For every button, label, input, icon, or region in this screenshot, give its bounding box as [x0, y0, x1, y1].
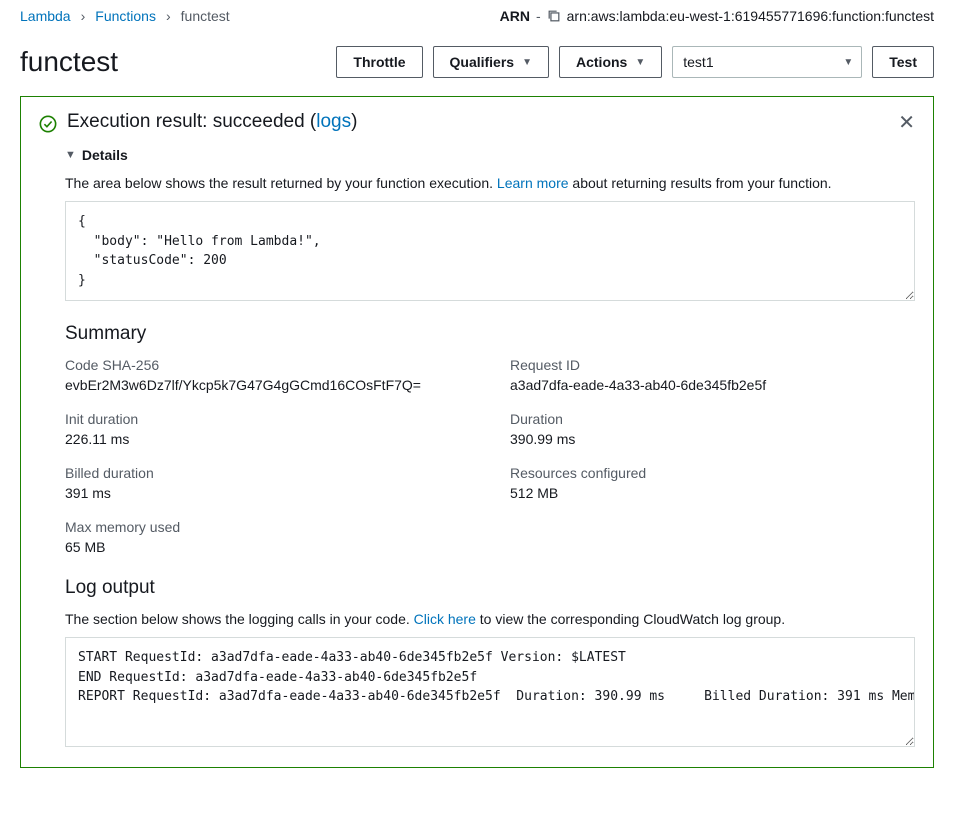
kv-key: Resources configured — [510, 465, 915, 481]
log-heading: Log output — [65, 577, 915, 599]
arn-dash: - — [536, 8, 541, 24]
caret-down-icon: ▼ — [522, 57, 532, 68]
cloudwatch-link[interactable]: Click here — [414, 611, 476, 627]
close-icon[interactable]: ✕ — [898, 113, 915, 133]
kv-value: 65 MB — [65, 539, 470, 555]
kv-value: 512 MB — [510, 485, 915, 501]
kv-key: Init duration — [65, 411, 470, 427]
actions-dropdown[interactable]: Actions ▼ — [559, 46, 662, 78]
kv-key: Max memory used — [65, 519, 470, 535]
result-title-suffix: ) — [351, 111, 357, 132]
summary-request-id: Request ID a3ad7dfa-eade-4a33-ab40-6de34… — [510, 357, 915, 393]
summary-heading: Summary — [65, 323, 915, 345]
log-desc-pre: The section below shows the logging call… — [65, 611, 414, 627]
breadcrumb: Lambda › Functions › functest — [20, 8, 230, 24]
result-header: Execution result: succeeded (logs) ✕ — [39, 111, 915, 133]
page-title: functest — [20, 46, 118, 78]
test-event-select[interactable]: test1 ▼ — [672, 46, 862, 78]
breadcrumb-current: functest — [181, 8, 230, 24]
summary-grid: Code SHA-256 evbEr2M3w6Dz7lf/Ykcp5k7G47G… — [65, 357, 915, 555]
test-button-label: Test — [889, 54, 917, 70]
kv-value: a3ad7dfa-eade-4a33-ab40-6de345fb2e5f — [510, 377, 915, 393]
header-actions: Throttle Qualifiers ▼ Actions ▼ test1 ▼ … — [336, 46, 934, 78]
result-title: Execution result: succeeded (logs) — [67, 111, 357, 133]
chevron-right-icon: › — [166, 8, 171, 24]
throttle-label: Throttle — [353, 54, 405, 70]
logs-link[interactable]: logs — [316, 111, 351, 132]
caret-down-icon: ▼ — [843, 57, 853, 68]
result-description: The area below shows the result returned… — [65, 175, 915, 191]
summary-duration: Duration 390.99 ms — [510, 411, 915, 447]
caret-down-icon: ▼ — [65, 149, 76, 161]
summary-code-sha256: Code SHA-256 evbEr2M3w6Dz7lf/Ykcp5k7G47G… — [65, 357, 470, 393]
summary-billed-duration: Billed duration 391 ms — [65, 465, 470, 501]
qualifiers-dropdown[interactable]: Qualifiers ▼ — [433, 46, 550, 78]
details-toggle[interactable]: ▼ Details — [65, 147, 128, 163]
details-label: Details — [82, 147, 128, 163]
execution-result-panel: Execution result: succeeded (logs) ✕ ▼ D… — [20, 96, 934, 768]
breadcrumb-functions[interactable]: Functions — [95, 8, 156, 24]
kv-value: 391 ms — [65, 485, 470, 501]
kv-key: Billed duration — [65, 465, 470, 481]
details-content: The area below shows the result returned… — [65, 175, 915, 747]
arn-display: ARN - arn:aws:lambda:eu-west-1:619455771… — [500, 8, 934, 24]
summary-resources-configured: Resources configured 512 MB — [510, 465, 915, 501]
learn-more-link[interactable]: Learn more — [497, 175, 569, 191]
kv-value: evbEr2M3w6Dz7lf/Ykcp5k7G47G4gGCmd16COsFt… — [65, 377, 470, 393]
result-json-output[interactable]: { "body": "Hello from Lambda!", "statusC… — [65, 201, 915, 301]
desc-pre: The area below shows the result returned… — [65, 175, 497, 191]
arn-value: arn:aws:lambda:eu-west-1:619455771696:fu… — [567, 8, 934, 24]
success-check-icon — [39, 115, 57, 133]
breadcrumb-lambda[interactable]: Lambda — [20, 8, 71, 24]
result-title-text: Execution result: succeeded ( — [67, 111, 316, 132]
caret-down-icon: ▼ — [635, 57, 645, 68]
kv-key: Request ID — [510, 357, 915, 373]
arn-label: ARN — [500, 8, 530, 24]
desc-post: about returning results from your functi… — [569, 175, 832, 191]
summary-init-duration: Init duration 226.11 ms — [65, 411, 470, 447]
log-desc-post: to view the corresponding CloudWatch log… — [476, 611, 785, 627]
log-description: The section below shows the logging call… — [65, 611, 915, 627]
page-header: functest Throttle Qualifiers ▼ Actions ▼… — [20, 46, 934, 78]
test-button[interactable]: Test — [872, 46, 934, 78]
top-bar: Lambda › Functions › functest ARN - arn:… — [20, 8, 934, 24]
kv-key: Code SHA-256 — [65, 357, 470, 373]
copy-icon[interactable] — [547, 9, 561, 23]
test-event-value: test1 — [683, 54, 713, 70]
actions-label: Actions — [576, 54, 627, 70]
kv-key: Duration — [510, 411, 915, 427]
kv-value: 226.11 ms — [65, 431, 470, 447]
log-output-box[interactable]: START RequestId: a3ad7dfa-eade-4a33-ab40… — [65, 637, 915, 747]
kv-value: 390.99 ms — [510, 431, 915, 447]
throttle-button[interactable]: Throttle — [336, 46, 422, 78]
summary-max-memory: Max memory used 65 MB — [65, 519, 470, 555]
chevron-right-icon: › — [81, 8, 86, 24]
qualifiers-label: Qualifiers — [450, 54, 515, 70]
